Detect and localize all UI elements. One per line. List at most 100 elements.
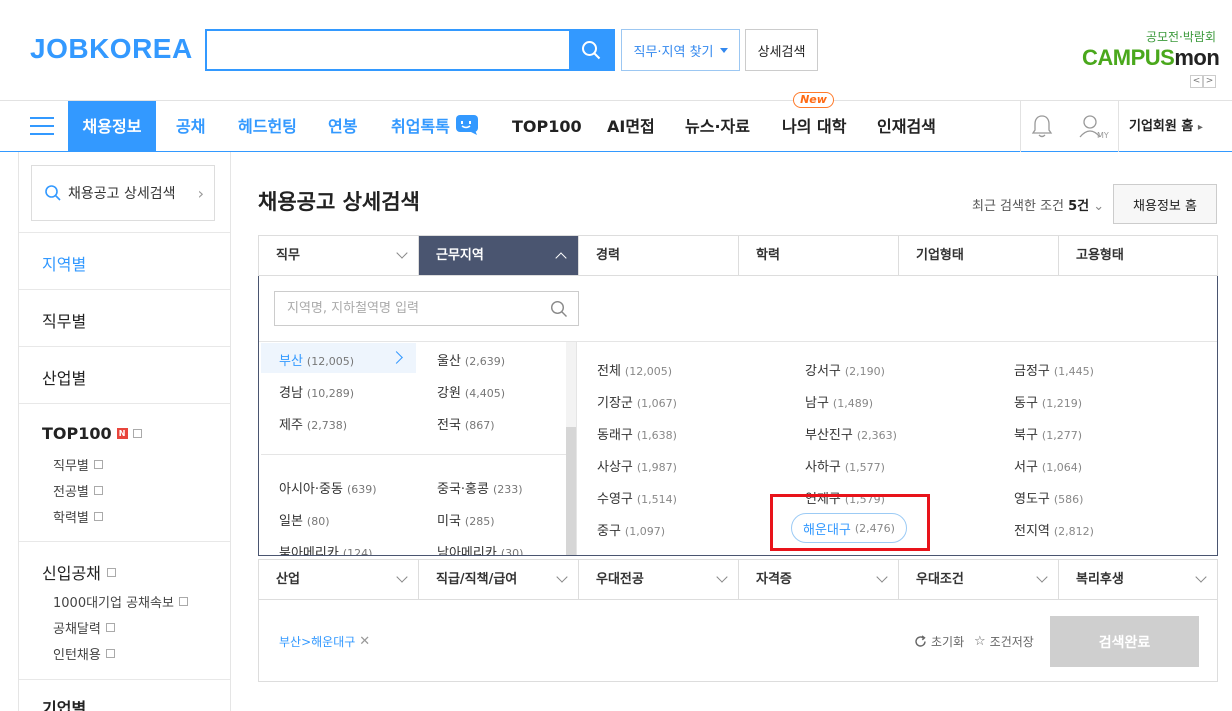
region-item[interactable]: 중국·홍콩 (233)	[437, 478, 523, 497]
gnb-divider	[1118, 101, 1119, 152]
district-item[interactable]: 금정구 (1,445)	[1014, 360, 1094, 379]
sidebar-sub-item[interactable]: 1000대기업 공채속보	[53, 592, 188, 611]
tab-region[interactable]: 근무지역	[419, 236, 579, 275]
region-item[interactable]: 미국 (285)	[437, 510, 495, 529]
district-item[interactable]: 전지역 (2,812)	[1014, 520, 1094, 539]
tab-welfare[interactable]: 복리후생	[1059, 560, 1217, 599]
sidebar-item-label: 직무별	[42, 312, 87, 331]
banner-prev-icon[interactable]: <	[1190, 75, 1203, 88]
district-item[interactable]: 영도구 (586)	[1014, 488, 1083, 507]
bell-icon[interactable]	[1031, 113, 1053, 143]
sidebar-item-company[interactable]: 기업별	[19, 679, 230, 711]
tab-career[interactable]: 경력	[579, 236, 739, 275]
district-item[interactable]: 수영구 (1,514)	[597, 488, 677, 507]
tab-label: 학력	[756, 248, 780, 263]
jobinfo-home-button[interactable]: 채용정보 홈	[1113, 184, 1217, 224]
sidebar-sub-item[interactable]: 전공별	[53, 481, 103, 500]
gnb-item-jobinfo[interactable]: 채용정보	[68, 101, 156, 152]
selected-conditions-bar: 부산>해운대구 ✕ 초기화 ☆ 조건저장 검색완료	[258, 600, 1218, 682]
district-item[interactable]: 강서구 (2,190)	[805, 360, 885, 379]
search-button[interactable]	[569, 31, 613, 69]
jobkorea-logo[interactable]: JOBKOREA	[30, 33, 193, 65]
district-item[interactable]: 북구 (1,277)	[1014, 424, 1082, 443]
region-item[interactable]: 부산 (12,005)	[279, 350, 354, 369]
tab-major[interactable]: 우대전공	[579, 560, 739, 599]
gnb-item-news[interactable]: 뉴스·자료	[685, 101, 750, 152]
sidebar-item-job[interactable]: 직무별	[19, 289, 230, 346]
sidebar-public-title[interactable]: 신입공채	[42, 560, 116, 584]
district-item[interactable]: 동래구 (1,638)	[597, 424, 677, 443]
hamburger-menu-icon[interactable]	[30, 117, 54, 135]
district-item[interactable]: 중구 (1,097)	[597, 520, 665, 539]
sidebar-item-region[interactable]: 지역별	[19, 232, 230, 289]
sidebar-sub-item[interactable]: 인턴채용	[53, 644, 115, 663]
user-icon[interactable]: MY	[1078, 113, 1112, 145]
main-search-input[interactable]	[207, 31, 569, 69]
sidebar-sub-item[interactable]: 학력별	[53, 507, 103, 526]
gnb-item-top100[interactable]: TOP100	[512, 101, 582, 152]
district-item[interactable]: 기장군 (1,067)	[597, 392, 677, 411]
tab-certificate[interactable]: 자격증	[739, 560, 899, 599]
tab-preference[interactable]: 우대조건	[899, 560, 1059, 599]
tab-position-salary[interactable]: 직급/직책/급여	[419, 560, 579, 599]
sidebar-sub-item[interactable]: 공채달력	[53, 618, 115, 637]
gnb-item-headhunting[interactable]: 헤드헌팅	[238, 101, 297, 152]
gnb-item-ai-interview[interactable]: AI면접	[607, 101, 655, 152]
gnb-item-my-college[interactable]: 나의 대학	[782, 101, 846, 152]
region-item[interactable]: 제주 (2,738)	[279, 414, 347, 433]
tab-employment-type[interactable]: 고용형태	[1059, 236, 1217, 275]
district-item[interactable]: 사상구 (1,987)	[597, 456, 677, 475]
sidebar-detail-search[interactable]: 채용공고 상세검색 ›	[31, 165, 215, 221]
save-condition-button[interactable]: ☆ 조건저장	[974, 633, 1034, 650]
reset-button[interactable]: 초기화	[914, 633, 964, 650]
gnb-item-talk[interactable]: 취업톡톡	[391, 101, 481, 152]
gnb-item-talent-search[interactable]: 인재검색	[877, 101, 936, 152]
district-item[interactable]: 사하구 (1,577)	[805, 456, 885, 475]
chevron-down-icon: ⌄	[1093, 199, 1105, 214]
close-icon[interactable]: ✕	[359, 634, 370, 649]
region-list-scrollbar[interactable]	[566, 342, 576, 555]
region-item[interactable]: 아시아·중동 (639)	[279, 478, 377, 497]
district-item[interactable]: 서구 (1,064)	[1014, 456, 1082, 475]
campusmon-banner[interactable]: 공모전·박람회 CAMPUSmon	[1082, 28, 1220, 71]
detail-search-button[interactable]: 상세검색	[745, 29, 818, 71]
tab-label: 산업	[276, 572, 300, 587]
region-item[interactable]: 남아메리카 (30)	[437, 542, 523, 555]
region-search-input[interactable]	[287, 301, 550, 316]
sidebar-top100-title[interactable]: TOP100 N	[42, 424, 142, 443]
tab-education[interactable]: 학력	[739, 236, 899, 275]
region-item[interactable]: 울산 (2,639)	[437, 350, 505, 369]
popup-icon	[93, 460, 103, 469]
tab-label: 우대전공	[596, 572, 644, 587]
region-search-box	[274, 291, 579, 326]
banner-next-icon[interactable]: >	[1203, 75, 1216, 88]
search-icon[interactable]	[550, 300, 568, 318]
sidebar-item-label: 산업별	[42, 369, 87, 388]
district-item[interactable]: 부산진구 (2,363)	[805, 424, 897, 443]
sidebar-item-industry[interactable]: 산업별	[19, 346, 230, 403]
scrollbar-thumb[interactable]	[566, 427, 576, 555]
district-item[interactable]: 동구 (1,219)	[1014, 392, 1082, 411]
job-region-find-button[interactable]: 직무·지역 찾기	[621, 29, 740, 71]
tab-job[interactable]: 직무	[259, 236, 419, 275]
region-item[interactable]: 경남 (10,289)	[279, 382, 354, 401]
sidebar-item-label: 신입공채	[42, 564, 101, 583]
search-complete-button[interactable]: 검색완료	[1050, 616, 1199, 667]
corp-home-link[interactable]: 기업회원 홈 ▸	[1129, 101, 1203, 152]
district-item[interactable]: 전체 (12,005)	[597, 360, 672, 379]
gnb-item-public[interactable]: 공채	[176, 101, 205, 152]
sidebar-sub-label: 학력별	[53, 511, 89, 526]
tab-industry[interactable]: 산업	[259, 560, 419, 599]
sidebar-sub-item[interactable]: 직무별	[53, 455, 103, 474]
campus-brand-b: mon	[1174, 45, 1220, 70]
region-item[interactable]: 강원 (4,405)	[437, 382, 505, 401]
region-item[interactable]: 일본 (80)	[279, 510, 330, 529]
district-item[interactable]: 남구 (1,489)	[805, 392, 873, 411]
gnb-item-salary[interactable]: 연봉	[328, 101, 357, 152]
region-item[interactable]: 전국 (867)	[437, 414, 495, 433]
tab-company-type[interactable]: 기업형태	[899, 236, 1059, 275]
chevron-down-icon	[396, 571, 408, 583]
region-item[interactable]: 북아메리카 (124)	[279, 542, 372, 555]
sidebar-item-label: 기업별	[42, 699, 87, 711]
recent-search-dropdown[interactable]: 최근 검색한 조건 5건 ⌄	[972, 195, 1104, 214]
